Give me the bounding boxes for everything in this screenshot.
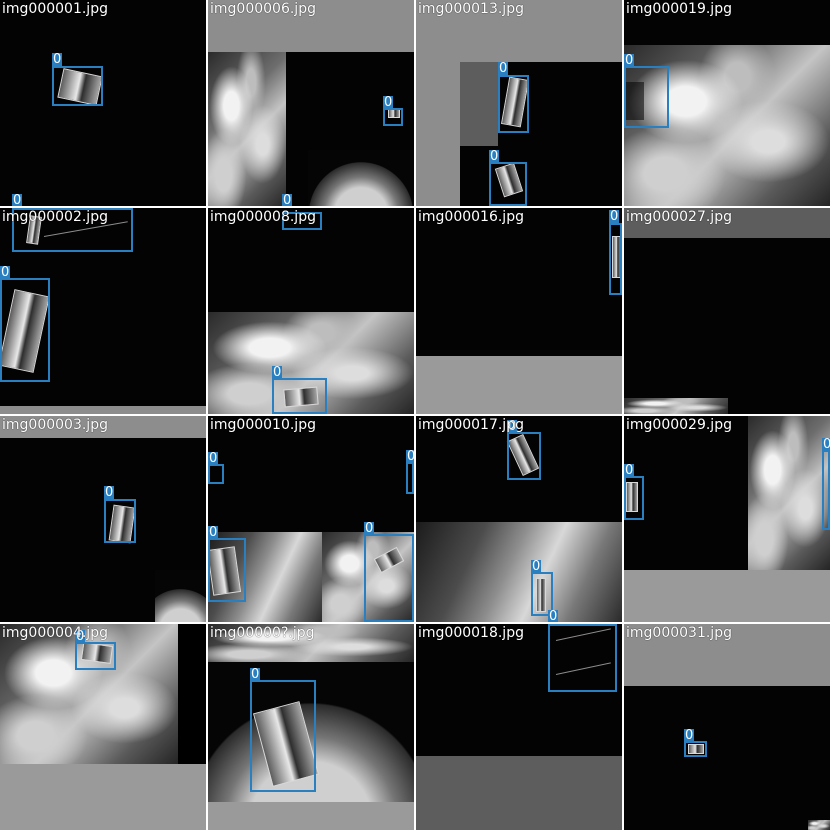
detection-box: [272, 378, 327, 414]
detection-box: [250, 680, 316, 792]
image-filename: img000004.jpg: [2, 625, 108, 641]
detection-box: [609, 223, 622, 295]
image-filename: img000002.jpg: [2, 209, 108, 225]
detection-label: 0: [104, 485, 115, 500]
image-filename: img000031.jpg: [626, 625, 732, 641]
detection-label: 0: [489, 149, 500, 164]
detection-box: [0, 278, 50, 382]
image-filename: img000019.jpg: [626, 1, 732, 17]
detection-box: [364, 534, 414, 622]
image-tile: 0 img00000?.jpg: [208, 624, 414, 830]
image-tile: 0 0 0 img000017.jpg: [416, 416, 622, 622]
image-filename: img000001.jpg: [2, 1, 108, 17]
detection-box: [507, 432, 541, 480]
image-filename: img000017.jpg: [418, 417, 524, 433]
detection-label: 0: [250, 667, 261, 682]
detection-box: [489, 162, 527, 206]
detection-label: 0: [531, 559, 542, 574]
detection-label: 0: [624, 53, 635, 68]
image-tile: img000018.jpg: [416, 624, 622, 830]
detection-label: 0: [548, 609, 559, 622]
image-tile: 0 img000019.jpg: [624, 0, 830, 206]
image-filename: img000006.jpg: [210, 1, 316, 17]
detection-box: [406, 462, 414, 494]
detection-box: [75, 642, 116, 670]
image-tile: img000027.jpg: [624, 208, 830, 414]
detection-label: 0: [822, 438, 830, 452]
image-filename: img000003.jpg: [2, 417, 108, 433]
image-tile: 0 0 img000029.jpg: [624, 416, 830, 622]
image-filename: img000029.jpg: [626, 417, 732, 433]
image-tile: 0 img000003.jpg: [0, 416, 206, 622]
image-mosaic: 0 0 img000001.jpg 0 0 img000006.jpg 0 0 …: [0, 0, 832, 832]
detection-box: [383, 108, 403, 126]
image-tile: 0 0 img000006.jpg: [208, 0, 414, 206]
detection-label: 0: [364, 521, 375, 536]
detection-label: 0: [208, 451, 219, 466]
image-filename: img000018.jpg: [418, 625, 524, 641]
image-tile: 0 0 img000013.jpg: [416, 0, 622, 206]
detection-box: [684, 741, 707, 757]
image-filename: img000008.jpg: [210, 209, 316, 225]
image-filename: img000013.jpg: [418, 1, 524, 17]
detection-label: 0: [609, 209, 620, 224]
detection-label: 0: [52, 52, 63, 67]
image-tile: 0 img000016.jpg: [416, 208, 622, 414]
image-tile: 0 img000031.jpg: [624, 624, 830, 830]
image-filename: img00000?.jpg: [210, 625, 315, 641]
detection-box: [52, 66, 103, 106]
detection-label: 0: [406, 450, 414, 464]
image-tile: 0 0 0 0 img000010.jpg: [208, 416, 414, 622]
detection-label: 0: [624, 463, 635, 478]
image-tile: 0 img000002.jpg: [0, 208, 206, 414]
detection-label: 0: [0, 265, 11, 280]
image-filename: img000010.jpg: [210, 417, 316, 433]
image-tile: 0 0 img000001.jpg: [0, 0, 206, 206]
image-filename: img000027.jpg: [626, 209, 732, 225]
detection-label: 0: [684, 728, 695, 743]
detection-label: 0: [282, 193, 293, 206]
detection-box: [104, 499, 136, 543]
detection-label: 0: [208, 525, 219, 540]
detection-label: 0: [272, 365, 283, 380]
image-filename: img000016.jpg: [418, 209, 524, 225]
detection-label: 0: [383, 95, 394, 110]
detection-box: [624, 476, 644, 520]
detection-box: [822, 450, 830, 530]
image-tile: 0 img000008.jpg: [208, 208, 414, 414]
detection-box: [498, 75, 529, 133]
detection-box: [624, 66, 669, 128]
detection-box: [208, 464, 224, 484]
detection-label: 0: [498, 61, 509, 76]
detection-label: 0: [12, 193, 23, 206]
image-tile: 0 img000004.jpg: [0, 624, 206, 830]
detection-box: [208, 538, 246, 602]
